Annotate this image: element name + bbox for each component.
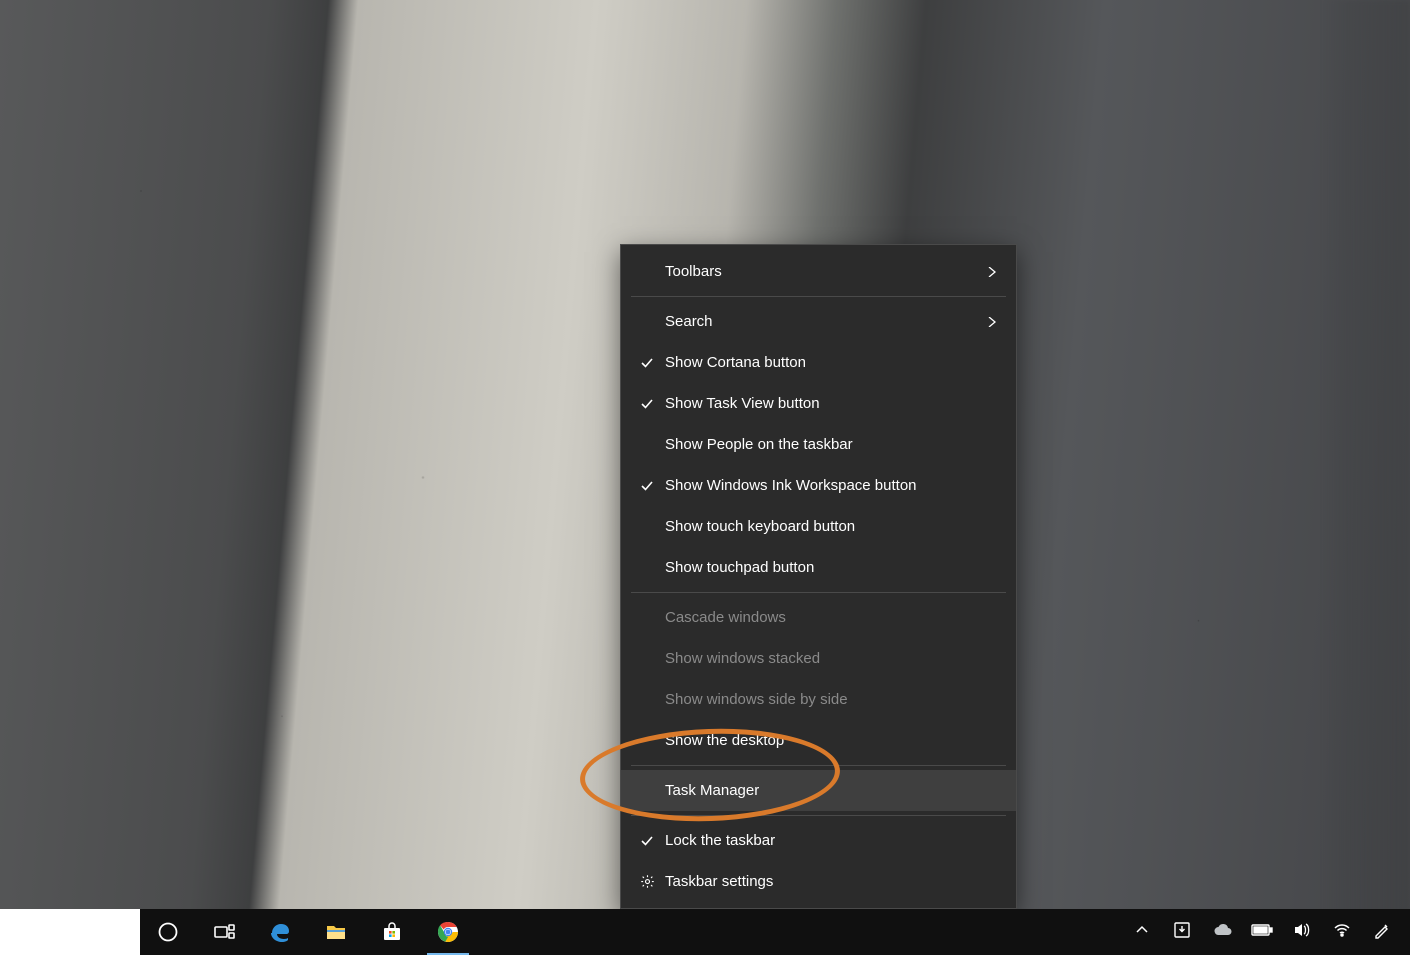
menu-separator	[631, 815, 1006, 816]
menu-item-task-manager[interactable]: Task Manager	[621, 770, 1016, 811]
menu-separator	[631, 592, 1006, 593]
update-icon	[1173, 921, 1191, 944]
menu-label: Show touchpad button	[665, 559, 1000, 576]
menu-label: Task Manager	[665, 782, 1000, 799]
task-view-button[interactable]	[196, 909, 252, 955]
tray-battery-button[interactable]	[1246, 909, 1278, 955]
menu-item-show-cortana[interactable]: Show Cortana button	[621, 342, 1016, 383]
menu-item-show-task-view[interactable]: Show Task View button	[621, 383, 1016, 424]
edge-button[interactable]	[252, 909, 308, 955]
menu-item-show-touchpad[interactable]: Show touchpad button	[621, 547, 1016, 588]
chevron-up-icon	[1136, 923, 1148, 941]
system-tray	[1126, 909, 1410, 955]
wifi-icon	[1333, 921, 1351, 944]
menu-label: Show touch keyboard button	[665, 518, 1000, 535]
pen-icon	[1373, 921, 1391, 944]
menu-item-cascade-windows: Cascade windows	[621, 597, 1016, 638]
chevron-right-icon	[984, 267, 1000, 277]
tray-onedrive-button[interactable]	[1206, 909, 1238, 955]
tray-volume-button[interactable]	[1286, 909, 1318, 955]
menu-item-show-touch-keyboard[interactable]: Show touch keyboard button	[621, 506, 1016, 547]
microsoft-store-icon	[380, 920, 404, 944]
checkmark-icon	[635, 479, 659, 493]
menu-item-lock-taskbar[interactable]: Lock the taskbar	[621, 820, 1016, 861]
menu-label: Show windows side by side	[665, 691, 1000, 708]
checkmark-icon	[635, 397, 659, 411]
cortana-icon	[156, 920, 180, 944]
menu-item-show-people[interactable]: Show People on the taskbar	[621, 424, 1016, 465]
menu-label: Show Task View button	[665, 395, 1000, 412]
taskbar-context-menu: Toolbars Search Show Cortana button Show…	[620, 244, 1017, 909]
gear-icon	[635, 874, 659, 889]
cortana-button[interactable]	[140, 909, 196, 955]
menu-item-side-by-side: Show windows side by side	[621, 679, 1016, 720]
menu-label: Search	[665, 313, 984, 330]
battery-icon	[1251, 923, 1273, 942]
volume-icon	[1293, 921, 1311, 944]
show-hidden-icons-button[interactable]	[1126, 909, 1158, 955]
menu-separator	[631, 296, 1006, 297]
tray-update-button[interactable]	[1166, 909, 1198, 955]
start-button-hovered[interactable]	[0, 909, 140, 955]
task-view-icon	[212, 920, 236, 944]
menu-label: Toolbars	[665, 263, 984, 280]
chevron-right-icon	[984, 317, 1000, 327]
menu-label: Show windows stacked	[665, 650, 1000, 667]
onedrive-icon	[1212, 923, 1232, 942]
menu-separator	[631, 765, 1006, 766]
edge-icon	[268, 920, 292, 944]
menu-item-show-desktop[interactable]: Show the desktop	[621, 720, 1016, 761]
menu-label: Lock the taskbar	[665, 832, 1000, 849]
chrome-button[interactable]	[420, 909, 476, 955]
chrome-icon	[436, 920, 460, 944]
tray-network-button[interactable]	[1326, 909, 1358, 955]
menu-label: Taskbar settings	[665, 873, 1000, 890]
microsoft-store-button[interactable]	[364, 909, 420, 955]
taskbar-spacer	[476, 909, 1126, 955]
menu-label: Show Cortana button	[665, 354, 1000, 371]
checkmark-icon	[635, 356, 659, 370]
tray-ink-workspace-button[interactable]	[1366, 909, 1398, 955]
menu-label: Show Windows Ink Workspace button	[665, 477, 1000, 494]
menu-item-search[interactable]: Search	[621, 301, 1016, 342]
file-explorer-icon	[324, 920, 348, 944]
menu-label: Cascade windows	[665, 609, 1000, 626]
menu-label: Show People on the taskbar	[665, 436, 1000, 453]
menu-label: Show the desktop	[665, 732, 1000, 749]
taskbar	[0, 909, 1410, 955]
menu-item-taskbar-settings[interactable]: Taskbar settings	[621, 861, 1016, 902]
checkmark-icon	[635, 834, 659, 848]
menu-item-stacked: Show windows stacked	[621, 638, 1016, 679]
file-explorer-button[interactable]	[308, 909, 364, 955]
menu-item-toolbars[interactable]: Toolbars	[621, 251, 1016, 292]
menu-item-show-ink[interactable]: Show Windows Ink Workspace button	[621, 465, 1016, 506]
